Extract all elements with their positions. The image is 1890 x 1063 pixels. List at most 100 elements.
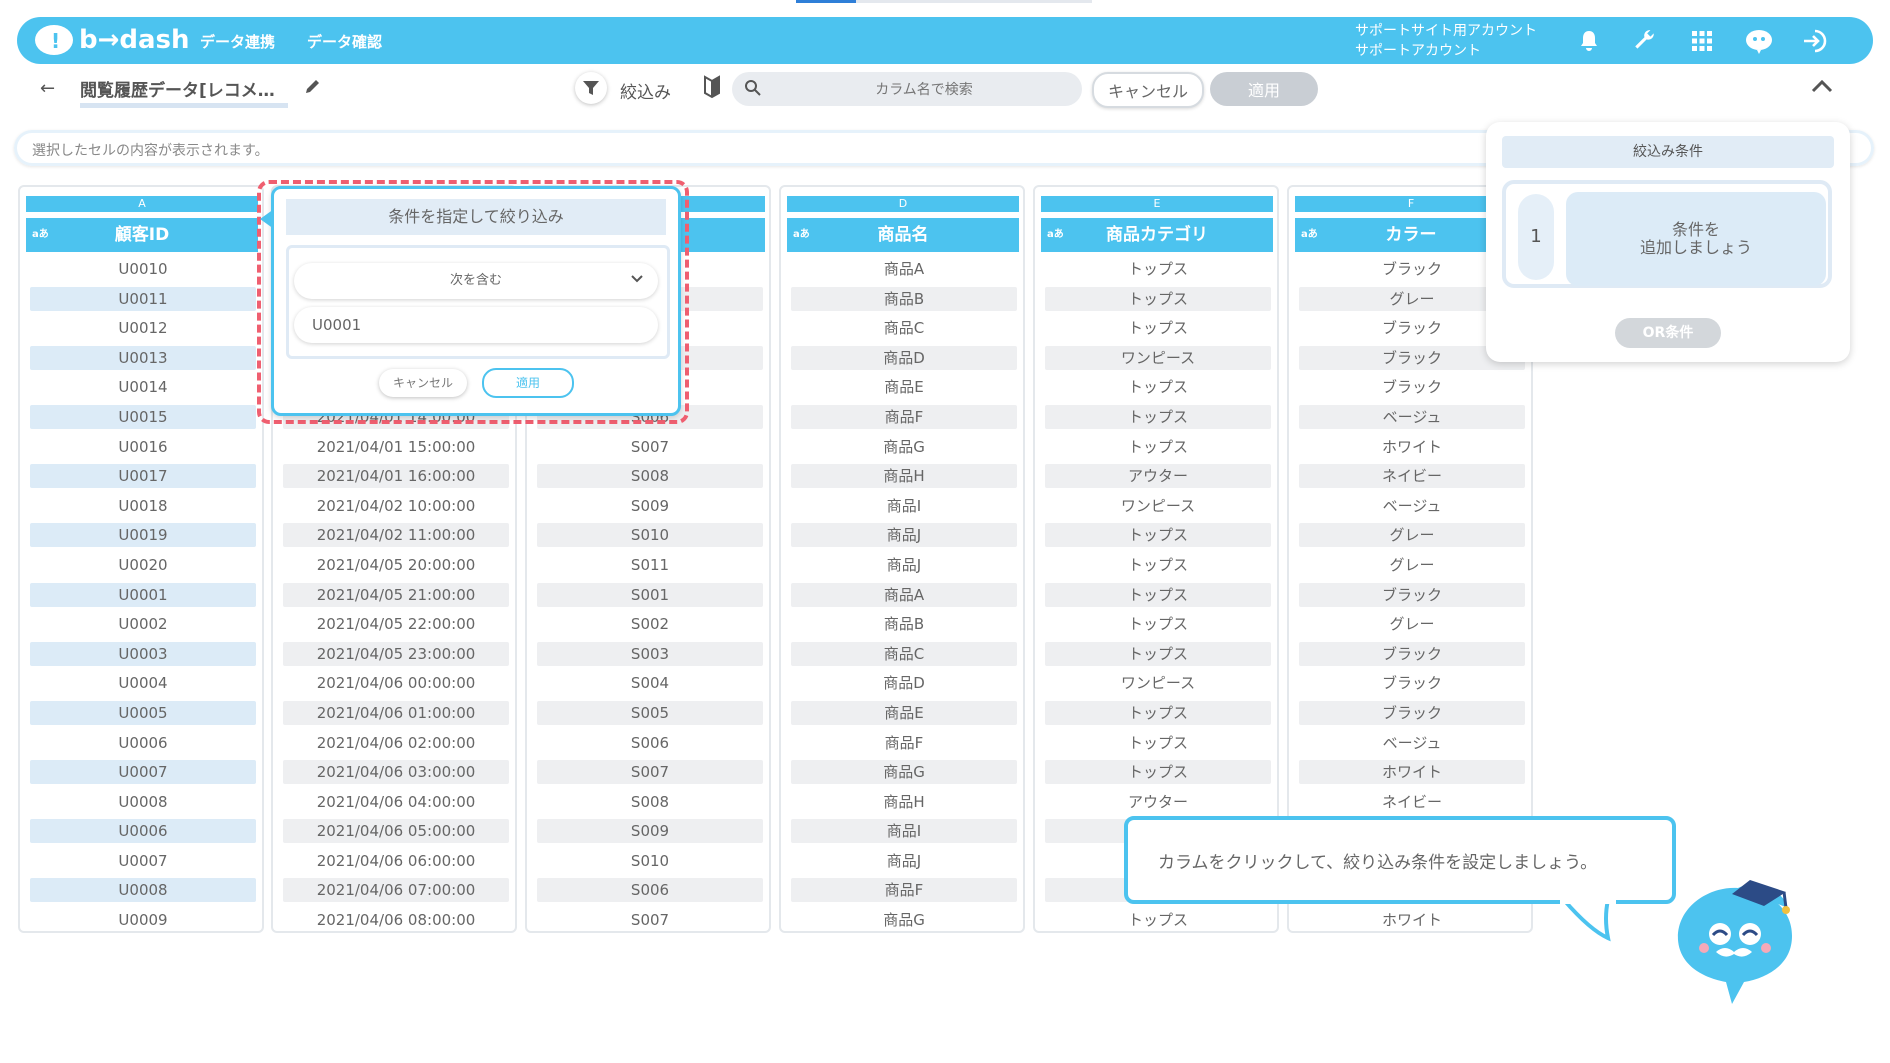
table-cell[interactable]: トップス (1045, 257, 1271, 281)
table-cell[interactable]: 商品B (791, 286, 1017, 311)
add-condition-area[interactable]: 条件を 追加しましょう (1566, 192, 1826, 286)
table-cell[interactable]: 2021/04/02 10:00:00 (283, 494, 509, 518)
table-cell[interactable]: 商品F (791, 404, 1017, 429)
table-cell[interactable]: U0016 (30, 435, 256, 459)
table-cell[interactable]: 2021/04/06 08:00:00 (283, 908, 509, 932)
table-cell[interactable]: 商品E (791, 700, 1017, 725)
column-letter[interactable]: E (1041, 196, 1273, 212)
table-cell[interactable]: トップス (1045, 731, 1271, 755)
apply-button[interactable]: 適用 (1210, 72, 1318, 106)
table-cell[interactable]: 商品A (791, 257, 1017, 281)
column-header[interactable]: aあ 商品名 (787, 218, 1019, 252)
table-cell[interactable]: ホワイト (1299, 760, 1525, 785)
table-cell[interactable]: S007 (537, 435, 763, 459)
column-d[interactable]: Daあ 商品名 商品A 商品B 商品C 商品D 商品E 商品F 商品G 商品H 商品I 商品J 商品J 商… (779, 185, 1025, 933)
brand-logo[interactable]: ! b→dash (35, 24, 190, 56)
table-cell[interactable]: U0010 (30, 257, 256, 281)
filter-value-input[interactable]: U0001 (294, 307, 658, 343)
bell-icon[interactable] (1573, 25, 1605, 57)
logout-icon[interactable] (1799, 25, 1831, 57)
table-cell[interactable]: 2021/04/05 22:00:00 (283, 612, 509, 636)
table-cell[interactable]: トップス (1045, 316, 1271, 340)
grid-menu-icon[interactable] (1686, 25, 1718, 57)
table-cell[interactable]: 商品J (791, 523, 1017, 548)
table-cell[interactable]: S006 (537, 731, 763, 755)
table-cell[interactable]: ブラック (1299, 375, 1525, 399)
nav-data-check[interactable]: データ確認 (307, 31, 382, 52)
table-cell[interactable]: 2021/04/06 00:00:00 (283, 671, 509, 695)
window-tab-active[interactable] (796, 0, 856, 3)
table-cell[interactable]: トップス (1045, 435, 1271, 459)
table-cell[interactable]: 商品C (791, 641, 1017, 666)
table-cell[interactable]: トップス (1045, 375, 1271, 399)
table-cell[interactable]: 商品E (791, 375, 1017, 399)
table-cell[interactable]: 商品J (791, 849, 1017, 873)
table-cell[interactable]: 商品F (791, 878, 1017, 903)
table-cell[interactable]: ネイビー (1299, 790, 1525, 814)
table-cell[interactable]: トップス (1045, 760, 1271, 785)
table-cell[interactable]: U0001 (30, 582, 256, 607)
table-cell[interactable]: 商品D (791, 345, 1017, 370)
table-cell[interactable]: 2021/04/06 01:00:00 (283, 700, 509, 725)
table-cell[interactable]: 商品G (791, 435, 1017, 459)
table-cell[interactable]: ベージュ (1299, 731, 1525, 755)
table-cell[interactable]: S008 (537, 464, 763, 489)
table-cell[interactable]: 商品C (791, 316, 1017, 340)
table-cell[interactable]: S009 (537, 494, 763, 518)
pencil-icon[interactable] (303, 76, 323, 100)
table-cell[interactable]: 2021/04/01 15:00:00 (283, 435, 509, 459)
table-cell[interactable]: U0002 (30, 612, 256, 636)
table-cell[interactable]: U0011 (30, 286, 256, 311)
table-cell[interactable]: U0003 (30, 641, 256, 666)
table-cell[interactable]: U0006 (30, 731, 256, 755)
popup-cancel-button[interactable]: キャンセル (379, 369, 467, 397)
table-cell[interactable]: 商品J (791, 553, 1017, 577)
beginner-mark-icon[interactable] (703, 75, 721, 103)
window-tab[interactable] (856, 0, 1092, 3)
table-cell[interactable]: 商品G (791, 760, 1017, 785)
table-cell[interactable]: 商品F (791, 731, 1017, 755)
table-cell[interactable]: U0007 (30, 760, 256, 785)
table-cell[interactable]: 商品I (791, 819, 1017, 844)
cancel-button[interactable]: キャンセル (1092, 72, 1204, 108)
table-cell[interactable]: ネイビー (1299, 464, 1525, 489)
table-cell[interactable]: ブラック (1299, 582, 1525, 607)
table-cell[interactable]: U0009 (30, 908, 256, 932)
chevron-up-icon[interactable] (1810, 78, 1834, 98)
table-cell[interactable]: U0017 (30, 464, 256, 489)
table-cell[interactable]: U0013 (30, 345, 256, 370)
table-cell[interactable]: U0012 (30, 316, 256, 340)
page-title[interactable]: 閲覧履歴データ[レコメ… (80, 76, 288, 108)
table-cell[interactable]: S005 (537, 700, 763, 725)
table-cell[interactable]: 2021/04/01 16:00:00 (283, 464, 509, 489)
table-cell[interactable]: S003 (537, 641, 763, 666)
column-header[interactable]: aあ 商品カテゴリ (1041, 218, 1273, 252)
table-cell[interactable]: U0007 (30, 849, 256, 873)
table-cell[interactable]: 2021/04/05 21:00:00 (283, 582, 509, 607)
table-cell[interactable]: 商品G (791, 908, 1017, 932)
table-cell[interactable]: S008 (537, 790, 763, 814)
table-cell[interactable]: 2021/04/06 02:00:00 (283, 731, 509, 755)
or-condition-button[interactable]: OR条件 (1615, 318, 1721, 348)
table-cell[interactable]: グレー (1299, 523, 1525, 548)
table-cell[interactable]: 2021/04/06 04:00:00 (283, 790, 509, 814)
table-cell[interactable]: U0006 (30, 819, 256, 844)
table-cell[interactable]: S010 (537, 523, 763, 548)
table-cell[interactable]: 商品A (791, 582, 1017, 607)
table-cell[interactable]: グレー (1299, 612, 1525, 636)
table-cell[interactable]: S007 (537, 908, 763, 932)
table-cell[interactable]: ワンピース (1045, 345, 1271, 370)
back-arrow-icon[interactable]: ← (40, 78, 55, 99)
table-cell[interactable]: 2021/04/05 23:00:00 (283, 641, 509, 666)
table-cell[interactable]: トップス (1045, 908, 1271, 932)
table-cell[interactable]: ベージュ (1299, 404, 1525, 429)
table-cell[interactable]: グレー (1299, 553, 1525, 577)
table-cell[interactable]: トップス (1045, 404, 1271, 429)
popup-apply-button[interactable]: 適用 (482, 368, 574, 398)
table-cell[interactable]: トップス (1045, 700, 1271, 725)
table-cell[interactable]: ブラック (1299, 671, 1525, 695)
table-cell[interactable]: トップス (1045, 612, 1271, 636)
table-cell[interactable]: U0020 (30, 553, 256, 577)
column-a[interactable]: Aaあ 顧客ID U0010 U0011 U0012 U0013 U0014 U0015 U00… (18, 185, 264, 933)
table-cell[interactable]: トップス (1045, 553, 1271, 577)
